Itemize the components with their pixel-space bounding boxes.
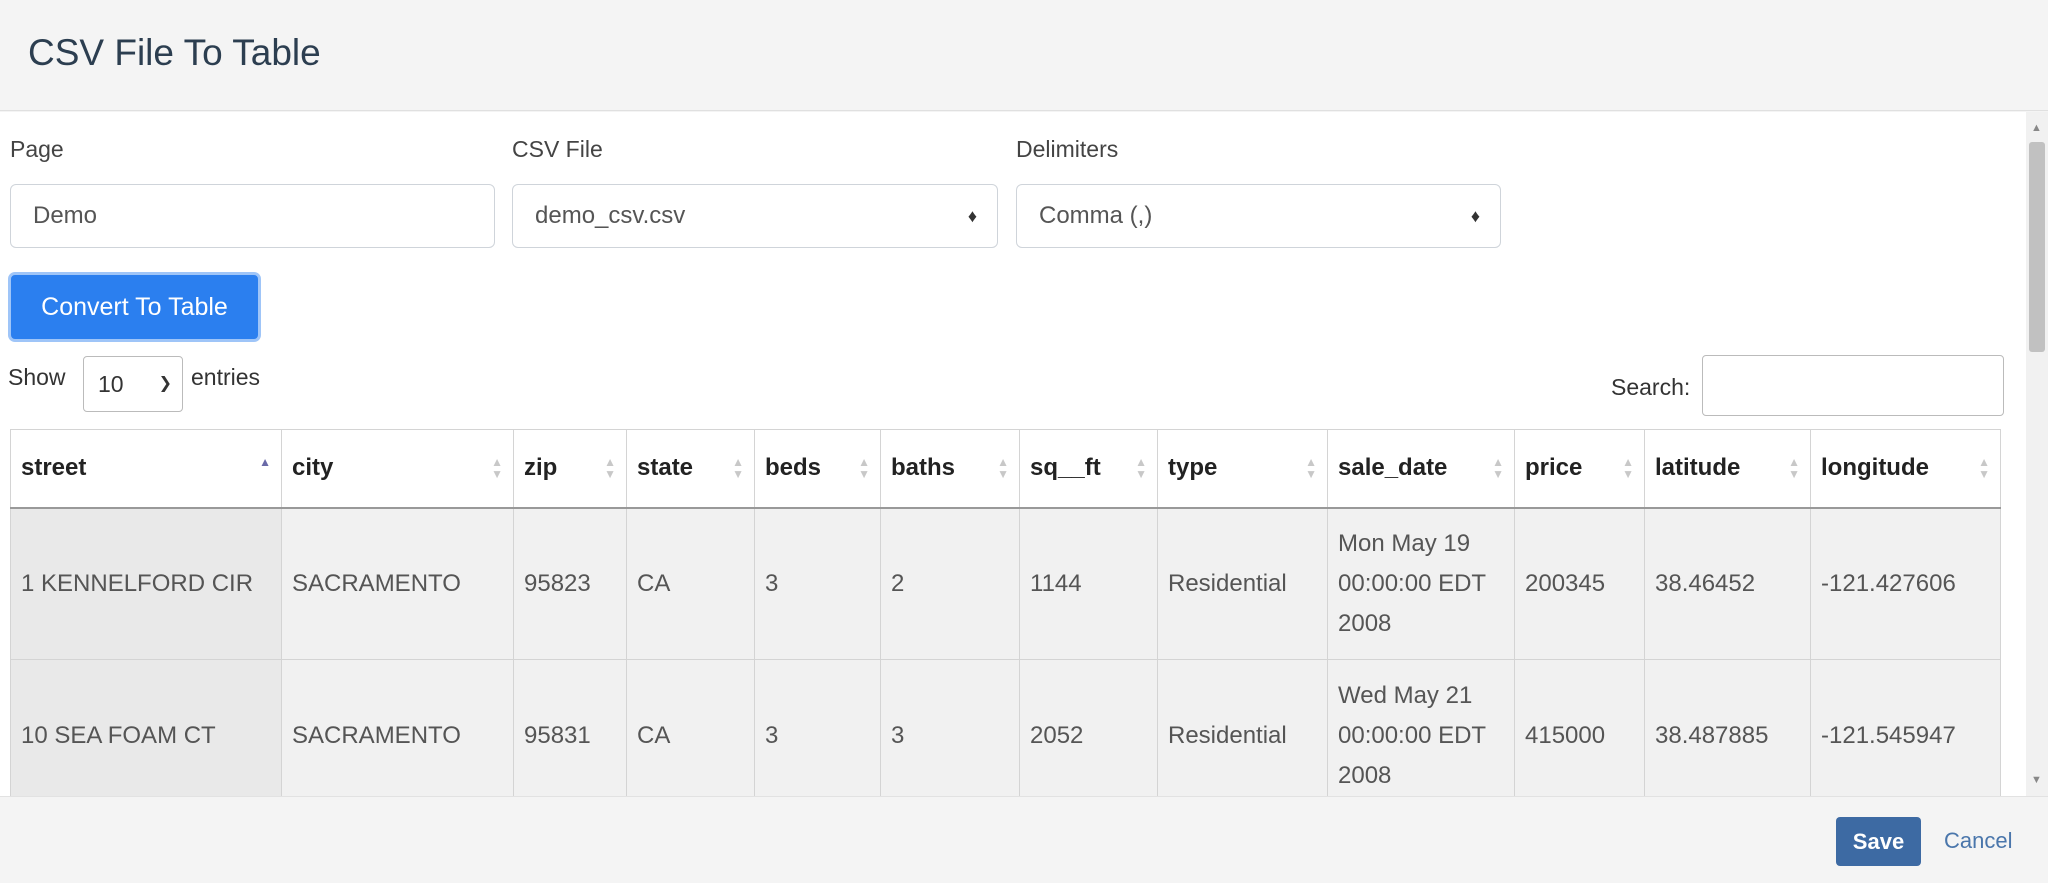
csv-file-label: CSV File	[512, 136, 603, 162]
column-header-label: city	[292, 454, 334, 482]
table-cell-state: CA	[626, 659, 755, 796]
table-cell-zip: 95831	[513, 659, 627, 796]
sort-ascending-icon: ▲	[259, 455, 271, 469]
column-header-label: zip	[524, 454, 558, 482]
column-header-label: street	[21, 454, 87, 482]
sort-icon: ▲ ▼	[1135, 455, 1147, 481]
sort-icon: ▲ ▼	[732, 455, 744, 481]
csv-file-select[interactable]: demo_csv.csv ♦	[512, 184, 998, 248]
column-header-state[interactable]: state ▲ ▼	[626, 429, 755, 509]
csv-file-value: demo_csv.csv	[535, 202, 686, 229]
table-cell-baths: 3	[880, 659, 1020, 796]
delimiters-value: Comma (,)	[1039, 202, 1153, 229]
column-header-price[interactable]: price ▲ ▼	[1514, 429, 1645, 509]
select-arrows-icon: ♦	[1470, 206, 1480, 226]
table-cell-street: 1 KENNELFORD CIR	[10, 507, 282, 660]
table-cell-latitude: 38.46452	[1644, 507, 1811, 660]
modal-title: CSV File To Table	[28, 32, 321, 73]
table-cell-zip: 95823	[513, 507, 627, 660]
modal-footer: Save Cancel	[0, 796, 2048, 883]
search-input[interactable]	[1702, 355, 2004, 416]
sort-icon: ▲ ▼	[491, 455, 503, 481]
table-cell-type: Residential	[1157, 659, 1328, 796]
table-cell-sq-ft: 1144	[1019, 507, 1158, 660]
column-header-label: sq__ft	[1030, 454, 1101, 482]
table-cell-type: Residential	[1157, 507, 1328, 660]
table-cell-sale-date: Mon May 19 00:00:00 EDT 2008	[1327, 507, 1515, 660]
modal-body: Page CSV File demo_csv.csv ♦ Delimiters …	[0, 112, 2048, 796]
page-label: Page	[10, 136, 64, 162]
column-header-longitude[interactable]: longitude ▲ ▼	[1810, 429, 2001, 509]
table-cell-longitude: -121.545947	[1810, 659, 2001, 796]
delimiters-select[interactable]: Comma (,) ♦	[1016, 184, 1501, 248]
page-input-field[interactable]	[33, 202, 448, 230]
table-cell-longitude: -121.427606	[1810, 507, 2001, 660]
sort-icon: ▲ ▼	[997, 455, 1009, 481]
column-header-sq-ft[interactable]: sq__ft ▲ ▼	[1019, 429, 1158, 509]
table-cell-price: 415000	[1514, 659, 1645, 796]
page-input[interactable]	[10, 184, 495, 248]
column-header-label: beds	[765, 454, 822, 482]
column-header-latitude[interactable]: latitude ▲ ▼	[1644, 429, 1811, 509]
data-table: street ▲ city ▲ ▼ zip ▲ ▼ state ▲ ▼ beds ▲ ▼ baths ▲ ▼ sq…	[10, 429, 2001, 796]
cancel-link[interactable]: Cancel	[1944, 828, 2012, 854]
sort-icon: ▲ ▼	[858, 455, 870, 481]
scroll-down-icon[interactable]: ▼	[2031, 774, 2042, 786]
column-header-label: sale_date	[1338, 454, 1448, 482]
select-arrows-icon: ♦	[967, 206, 977, 226]
scrollbar-thumb[interactable]	[2029, 142, 2045, 352]
sort-icon: ▲ ▼	[1622, 455, 1634, 481]
sort-icon: ▲ ▼	[1492, 455, 1504, 481]
column-header-zip[interactable]: zip ▲ ▼	[513, 429, 627, 509]
save-button[interactable]: Save	[1836, 817, 1921, 866]
entries-value: 10	[98, 371, 124, 397]
entries-label: entries	[191, 364, 261, 390]
table-cell-beds: 3	[754, 659, 881, 796]
sort-icon: ▲ ▼	[604, 455, 616, 481]
table-cell-baths: 2	[880, 507, 1020, 660]
show-label: Show	[8, 364, 66, 390]
convert-to-table-button[interactable]: Convert To Table	[8, 272, 261, 342]
column-header-street[interactable]: street ▲	[10, 429, 282, 509]
table-cell-sale-date: Wed May 21 00:00:00 EDT 2008	[1327, 659, 1515, 796]
column-header-sale-date[interactable]: sale_date ▲ ▼	[1327, 429, 1515, 509]
search-label: Search:	[1611, 374, 1691, 400]
sort-icon: ▲ ▼	[1305, 455, 1317, 481]
sort-icon: ▲ ▼	[1788, 455, 1800, 481]
sort-icon: ▲ ▼	[1978, 455, 1990, 481]
modal-header: CSV File To Table	[0, 0, 2048, 111]
column-header-baths[interactable]: baths ▲ ▼	[880, 429, 1020, 509]
table-row: 1 KENNELFORD CIR SACRAMENTO 95823 CA 3 2 1144 R…	[10, 507, 2001, 660]
scroll-up-icon[interactable]: ▲	[2031, 122, 2042, 134]
table-cell-sq-ft: 2052	[1019, 659, 1158, 796]
column-header-label: longitude	[1821, 454, 1929, 482]
chevron-down-icon: ❯	[158, 375, 172, 392]
column-header-type[interactable]: type ▲ ▼	[1157, 429, 1328, 509]
table-cell-beds: 3	[754, 507, 881, 660]
table-cell-state: CA	[626, 507, 755, 660]
table-cell-latitude: 38.487885	[1644, 659, 1811, 796]
table-cell-city: SACRAMENTO	[281, 507, 514, 660]
delimiters-label: Delimiters	[1016, 136, 1119, 162]
table-cell-street: 10 SEA FOAM CT	[10, 659, 282, 796]
column-header-beds[interactable]: beds ▲ ▼	[754, 429, 881, 509]
table-cell-price: 200345	[1514, 507, 1645, 660]
column-header-label: latitude	[1655, 454, 1741, 482]
column-header-label: type	[1168, 454, 1218, 482]
table-cell-city: SACRAMENTO	[281, 659, 514, 796]
column-header-label: price	[1525, 454, 1583, 482]
column-header-label: state	[637, 454, 694, 482]
column-header-label: baths	[891, 454, 956, 482]
table-row: 10 SEA FOAM CT SACRAMENTO 95831 CA 3 3 2052 Res…	[10, 659, 2001, 796]
column-header-city[interactable]: city ▲ ▼	[281, 429, 514, 509]
table-header-row: street ▲ city ▲ ▼ zip ▲ ▼ state ▲ ▼ beds ▲ ▼ baths ▲ ▼ sq…	[10, 429, 2001, 509]
vertical-scrollbar[interactable]: ▲ ▼	[2026, 112, 2048, 796]
entries-select[interactable]: 10 ❯	[83, 356, 183, 412]
